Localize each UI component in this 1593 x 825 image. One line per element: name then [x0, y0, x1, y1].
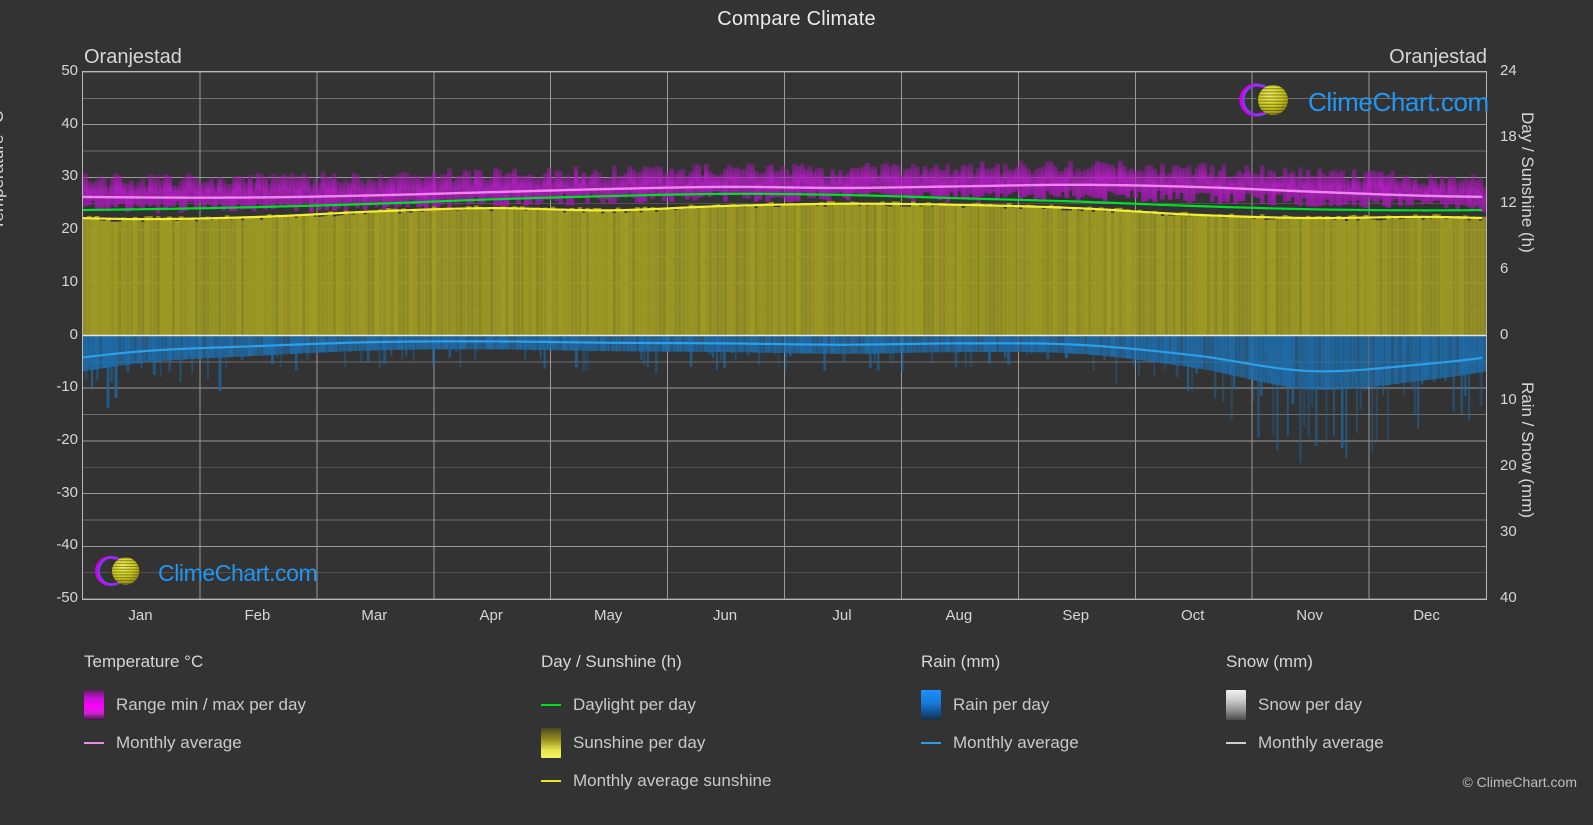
- legend-item[interactable]: Daylight per day: [541, 686, 771, 724]
- y-tick-left: -20: [56, 430, 78, 448]
- x-tick: Jun: [712, 607, 738, 624]
- climate-chart-page: Compare Climate Oranjestad Oranjestad Te…: [0, 0, 1593, 825]
- y-tick-left: -30: [56, 483, 78, 501]
- page-title: Compare Climate: [717, 8, 876, 30]
- climechart-logo-top: ClimeChart.com: [1236, 80, 1489, 125]
- legend-column: Day / Sunshine (h) Daylight per day Sunshi…: [541, 652, 771, 800]
- legend-line-icon: [541, 704, 561, 706]
- y-tick-right-sunshine: 6: [1500, 259, 1509, 277]
- legend-line-icon: [541, 780, 561, 782]
- x-tick: Jul: [832, 607, 852, 624]
- y-tick-right-rain: 20: [1500, 457, 1517, 475]
- legend-item[interactable]: Rain per day: [921, 686, 1079, 724]
- y-tick-right-rain: 30: [1500, 523, 1517, 541]
- y-tick-left: -40: [56, 536, 78, 554]
- y-tick-right-sunshine: 24: [1500, 62, 1517, 79]
- x-tick: May: [593, 607, 623, 624]
- legend-column: Snow (mm) Snow per day Monthly average: [1226, 652, 1384, 762]
- legend-column-title: Day / Sunshine (h): [541, 652, 682, 671]
- climechart-wordmark-watermark: ClimeChart.com: [158, 560, 318, 586]
- city-label-left: Oranjestad: [84, 46, 182, 68]
- y-axis-left-label: Temperature °C: [0, 110, 7, 230]
- copyright-text: © ClimeChart.com: [1462, 774, 1577, 790]
- x-tick: Dec: [1413, 607, 1440, 624]
- y-tick-right-sunshine: 18: [1500, 127, 1517, 145]
- legend-item[interactable]: Monthly average: [1226, 724, 1384, 762]
- legend-swatch-icon: [1226, 690, 1246, 720]
- climechart-logo-watermark: ClimeChart.com: [92, 552, 318, 595]
- x-tick: Apr: [479, 607, 503, 624]
- x-tick: Jan: [128, 607, 153, 624]
- legend-column-title: Snow (mm): [1226, 652, 1313, 671]
- legend-item-label: Rain per day: [953, 695, 1050, 714]
- legend-column: Temperature °C Range min / max per day Mon…: [84, 652, 306, 762]
- legend-item-label: Monthly average sunshine: [573, 771, 772, 790]
- legend-item[interactable]: Range min / max per day: [84, 686, 306, 724]
- climechart-logo-icon-watermark: [92, 552, 152, 595]
- y-tick-left: 10: [61, 272, 78, 290]
- y-tick-left: 50: [61, 62, 78, 79]
- sunshine-per-day-area: [83, 201, 1486, 336]
- x-tick: Sep: [1062, 607, 1090, 624]
- y-tick-left: 30: [61, 167, 78, 185]
- legend-item-label: Sunshine per day: [573, 733, 706, 752]
- city-label-right: Oranjestad: [1389, 46, 1487, 68]
- legend-column: Rain (mm) Rain per day Monthly average: [921, 652, 1079, 762]
- legend-item-label: Snow per day: [1258, 695, 1362, 714]
- legend-item[interactable]: Monthly average: [84, 724, 306, 762]
- x-tick: Feb: [244, 607, 271, 624]
- legend-swatch-icon: [921, 690, 941, 720]
- legend-column-title: Rain (mm): [921, 652, 1001, 671]
- y-tick-left: 40: [61, 114, 78, 132]
- legend-line-icon: [84, 742, 104, 744]
- y-tick-right-rain: 10: [1500, 391, 1517, 409]
- plot-area: [82, 71, 1487, 600]
- climate-plot-svg: [83, 72, 1486, 599]
- legend-item-label: Monthly average: [1258, 733, 1384, 752]
- y-tick-right-rain: 40: [1500, 589, 1517, 606]
- x-tick: Aug: [945, 607, 973, 624]
- y-tick-right-sunshine: 0: [1500, 325, 1509, 343]
- chart-legend: Temperature °C Range min / max per day Mon…: [0, 652, 1593, 812]
- legend-item-label: Monthly average: [953, 733, 1079, 752]
- climechart-logo-icon: [1236, 80, 1302, 125]
- y-tick-left: -10: [56, 378, 78, 396]
- legend-item-label: Monthly average: [116, 733, 242, 752]
- y-tick-left: -50: [56, 589, 78, 606]
- legend-item[interactable]: Snow per day: [1226, 686, 1384, 724]
- legend-line-icon: [921, 742, 941, 744]
- climechart-wordmark: ClimeChart.com: [1308, 87, 1489, 117]
- x-tick: Mar: [361, 607, 388, 624]
- legend-swatch-icon: [541, 728, 561, 758]
- legend-item-label: Daylight per day: [573, 695, 696, 714]
- y-tick-right-sunshine: 12: [1500, 193, 1517, 211]
- legend-column-title: Temperature °C: [84, 652, 204, 671]
- x-tick: Oct: [1181, 607, 1205, 624]
- legend-item-label: Range min / max per day: [116, 695, 306, 714]
- legend-item[interactable]: Sunshine per day: [541, 724, 771, 762]
- legend-line-icon: [1226, 742, 1246, 744]
- x-tick: Nov: [1296, 607, 1323, 624]
- legend-item[interactable]: Monthly average: [921, 724, 1079, 762]
- y-tick-left: 20: [61, 220, 78, 238]
- legend-item[interactable]: Monthly average sunshine: [541, 762, 771, 800]
- y-tick-left: 0: [69, 325, 78, 343]
- legend-swatch-icon: [84, 690, 104, 720]
